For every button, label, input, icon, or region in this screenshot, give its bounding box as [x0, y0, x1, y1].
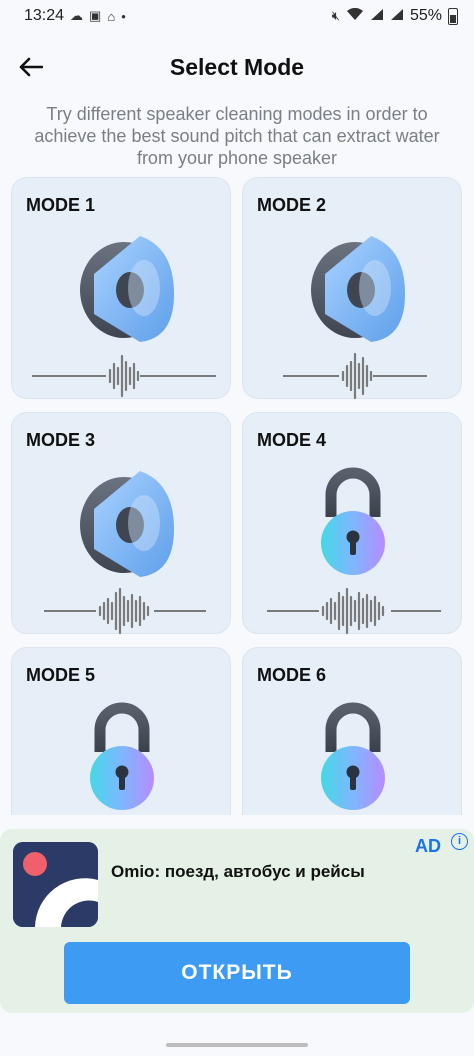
omio-logo: [13, 842, 98, 927]
sound-wave: [267, 587, 441, 635]
dot-icon: •: [121, 8, 126, 24]
status-bar: 13:24 ☁ ▣ ⌂ • 🔇︎ 55%: [0, 0, 474, 32]
battery-percent: 55%: [409, 7, 442, 24]
sound-wave: [32, 354, 216, 398]
app-header: Select Mode: [0, 44, 474, 90]
mode-card-4[interactable]: MODE 4: [242, 412, 462, 635]
sound-wave: [283, 352, 427, 400]
signal-icon: [390, 8, 404, 24]
omio-app-icon[interactable]: [13, 842, 98, 927]
home-indicator[interactable]: [166, 1043, 308, 1047]
info-icon[interactable]: i: [451, 833, 468, 850]
mode-grid: MODE 1 MODE 2 MODE 3 MODE 4 MODE 5 MODE …: [11, 177, 463, 815]
status-time: 13:24: [24, 7, 65, 24]
mode-description: Try different speaker cleaning modes in …: [34, 104, 440, 168]
image-icon: ▣: [89, 8, 102, 23]
mode-card-2[interactable]: MODE 2: [242, 177, 462, 400]
mute-icon: 🔇︎: [331, 8, 340, 23]
mode-card-3[interactable]: MODE 3: [11, 412, 231, 635]
mode-card-1[interactable]: MODE 1: [11, 177, 231, 399]
arrow-left-icon: [19, 57, 43, 77]
mode-card-5[interactable]: MODE 5: [11, 647, 231, 815]
battery-icon: [448, 7, 458, 25]
lock-icon: [90, 702, 154, 810]
status-left: 13:24 ☁ ▣ ⌂ •: [24, 7, 126, 25]
status-right: 🔇︎ 55%: [332, 7, 458, 25]
mode-card-6[interactable]: MODE 6: [242, 647, 462, 815]
signal-icon: [370, 8, 384, 24]
home-icon: ⌂: [107, 8, 116, 24]
page-title: Select Mode: [169, 53, 305, 80]
open-button[interactable]: ОТКРЫТЬ: [64, 942, 410, 1004]
lock-icon: [321, 702, 385, 810]
ad-app-name[interactable]: Omio: поезд, автобус и рейсы: [111, 862, 365, 882]
ad-label: AD: [415, 836, 441, 856]
ad-banner[interactable]: AD i Omio: поезд, автобус и рейсы ОТКРЫТ…: [0, 829, 474, 1013]
sound-wave: [44, 587, 206, 635]
back-button[interactable]: [14, 50, 48, 84]
wifi-icon: [346, 7, 364, 24]
cloud-check-icon: ☁: [70, 8, 84, 23]
